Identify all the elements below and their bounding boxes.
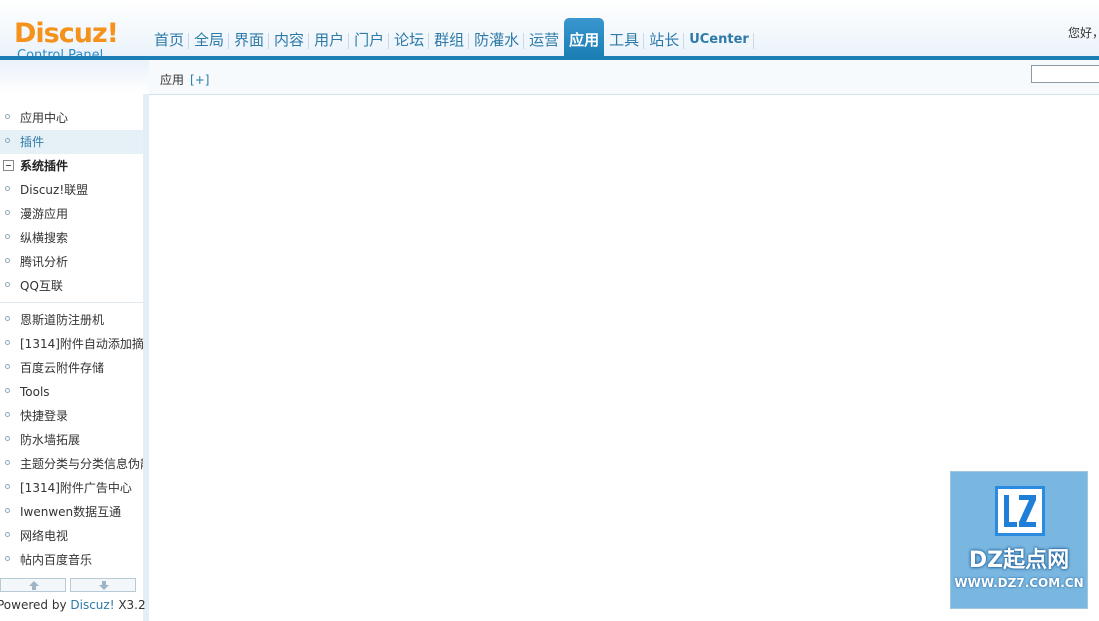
nav-content[interactable]: 内容: [269, 18, 310, 56]
nav-tools[interactable]: 工具: [604, 18, 645, 56]
sidebar: 应用中心 插件 系统插件 Discuz!联盟 漫游应用 纵横搜索 腾讯分析 QQ…: [0, 94, 143, 621]
sidebar-item-label: 纵横搜索: [20, 231, 69, 245]
bullet-icon: [5, 508, 10, 513]
nav-operations[interactable]: 运营: [524, 18, 564, 56]
nav-antispam[interactable]: 防灌水: [469, 18, 525, 56]
bullet-icon: [5, 388, 10, 393]
sidebar-item-label: 应用中心: [20, 111, 69, 125]
sidebar-item-label: 网络电视: [20, 529, 69, 543]
nav-admin[interactable]: 站长: [644, 18, 685, 56]
search-input[interactable]: [1031, 65, 1099, 83]
bullet-icon: [5, 138, 10, 143]
sidebar-item-plugin[interactable]: [1314]附件广告中心: [0, 476, 143, 500]
sidebar-item-label: 帖内百度音乐: [20, 553, 93, 567]
welcome-text: 您好，: [1068, 26, 1099, 40]
logo-main-text: Discuz!: [14, 18, 119, 49]
sidebar-item-plugin[interactable]: Iwenwen数据互通: [0, 500, 143, 524]
sidebar-item-discuz-union[interactable]: Discuz!联盟: [0, 178, 143, 202]
scroll-up-button[interactable]: [0, 578, 66, 592]
nav-home[interactable]: 首页: [149, 18, 190, 56]
arrow-down-icon: [99, 581, 109, 590]
sidebar-item-plugins[interactable]: 插件: [0, 130, 143, 154]
sidebar-top-fade: [0, 60, 149, 94]
bullet-icon: [5, 436, 10, 441]
sidebar-item-plugin[interactable]: 恩斯道防注册机: [0, 308, 143, 332]
bullet-icon: [5, 258, 10, 263]
bullet-icon: [5, 282, 10, 287]
sidebar-divider: [0, 302, 143, 303]
sidebar-item-label: 腾讯分析: [20, 255, 69, 269]
sidebar-item-plugin[interactable]: Tools: [0, 380, 143, 404]
sidebar-item-tencent-analytics[interactable]: 腾讯分析: [0, 250, 143, 274]
sidebar-item-plugin[interactable]: 主题分类与分类信息伪静: [0, 452, 143, 476]
bullet-icon: [5, 460, 10, 465]
header: Discuz! Control Panel 首页 全局 界面 内容 用户 门户 …: [0, 0, 1099, 63]
powered-prefix: Powered by: [0, 598, 71, 612]
watermark-lz-icon: LZ: [995, 486, 1045, 536]
bullet-icon: [5, 114, 10, 119]
sidebar-item-label: [1314]附件广告中心: [20, 481, 132, 495]
sidebar-group-label: 系统插件: [20, 159, 69, 173]
sidebar-item-label: Discuz!联盟: [20, 183, 89, 197]
sidebar-item-label: [1314]附件自动添加摘: [20, 337, 143, 351]
top-nav: 首页 全局 界面 内容 用户 门户 论坛 群组 防灌水 运营 应用 工具 站长 …: [149, 18, 754, 56]
sidebar-scroll-controls: [0, 578, 143, 594]
sidebar-item-label: 漫游应用: [20, 207, 69, 221]
nav-portal[interactable]: 门户: [349, 18, 390, 56]
nav-users[interactable]: 用户: [309, 18, 350, 56]
nav-forum[interactable]: 论坛: [389, 18, 430, 56]
nav-apps[interactable]: 应用: [564, 18, 605, 56]
bullet-icon: [5, 340, 10, 345]
bullet-icon: [5, 412, 10, 417]
sidebar-item-roaming-apps[interactable]: 漫游应用: [0, 202, 143, 226]
breadcrumb: 应用 [+]: [160, 71, 209, 88]
sidebar-item-label: 防水墙拓展: [20, 433, 81, 447]
sidebar-item-label: 插件: [20, 135, 45, 149]
nav-ucenter[interactable]: UCenter: [684, 18, 754, 56]
watermark-name: DZ起点网: [968, 548, 1070, 573]
nav-global[interactable]: 全局: [189, 18, 230, 56]
nav-interface[interactable]: 界面: [229, 18, 270, 56]
bullet-icon: [5, 316, 10, 321]
arrow-up-icon: [29, 581, 39, 590]
add-shortcut-link[interactable]: [+]: [190, 73, 209, 87]
breadcrumb-current: 应用: [160, 73, 185, 87]
sidebar-item-app-center[interactable]: 应用中心: [0, 106, 143, 130]
bullet-icon: [5, 484, 10, 489]
sidebar-item-label: Tools: [20, 385, 50, 399]
sidebar-item-label: 主题分类与分类信息伪静: [20, 457, 143, 471]
bullet-icon: [5, 210, 10, 215]
sidebar-item-label: 百度云附件存储: [20, 361, 105, 375]
sidebar-item-plugin[interactable]: [1314]附件自动添加摘: [0, 332, 143, 356]
bullet-icon: [5, 556, 10, 561]
watermark-lz-mark: [1004, 495, 1036, 527]
powered-by: Powered by Discuz! X3.2: [0, 598, 146, 612]
sub-header-bar: 应用 [+]: [149, 60, 1099, 95]
bullet-icon: [5, 532, 10, 537]
bullet-icon: [5, 364, 10, 369]
bullet-icon: [5, 186, 10, 191]
nav-groups[interactable]: 群组: [429, 18, 470, 56]
sidebar-item-plugin[interactable]: 网络电视: [0, 524, 143, 548]
powered-brand-link[interactable]: Discuz!: [70, 598, 114, 612]
bullet-icon: [5, 234, 10, 239]
sidebar-item-label: 快捷登录: [20, 409, 69, 423]
sidebar-item-plugin[interactable]: 防水墙拓展: [0, 428, 143, 452]
sidebar-item-label: QQ互联: [20, 279, 63, 293]
sidebar-item-plugin[interactable]: 快捷登录: [0, 404, 143, 428]
sidebar-border: [143, 94, 149, 621]
watermark-url: WWW.DZ7.COM.CN: [954, 576, 1084, 590]
scroll-down-button[interactable]: [70, 578, 136, 592]
sidebar-item-qq-connect[interactable]: QQ互联: [0, 274, 143, 298]
sidebar-item-plugin[interactable]: 帖内百度音乐: [0, 548, 143, 572]
sidebar-item-label: 恩斯道防注册机: [20, 313, 105, 327]
powered-version: X3.2: [114, 598, 146, 612]
sidebar-item-label: Iwenwen数据互通: [20, 505, 122, 519]
sidebar-group-system-plugins[interactable]: 系统插件: [0, 154, 143, 178]
sidebar-item-search[interactable]: 纵横搜索: [0, 226, 143, 250]
sidebar-item-plugin[interactable]: 百度云附件存储: [0, 356, 143, 380]
collapse-icon[interactable]: [3, 160, 14, 171]
watermark-logo: LZ DZ起点网 WWW.DZ7.COM.CN: [950, 471, 1088, 609]
